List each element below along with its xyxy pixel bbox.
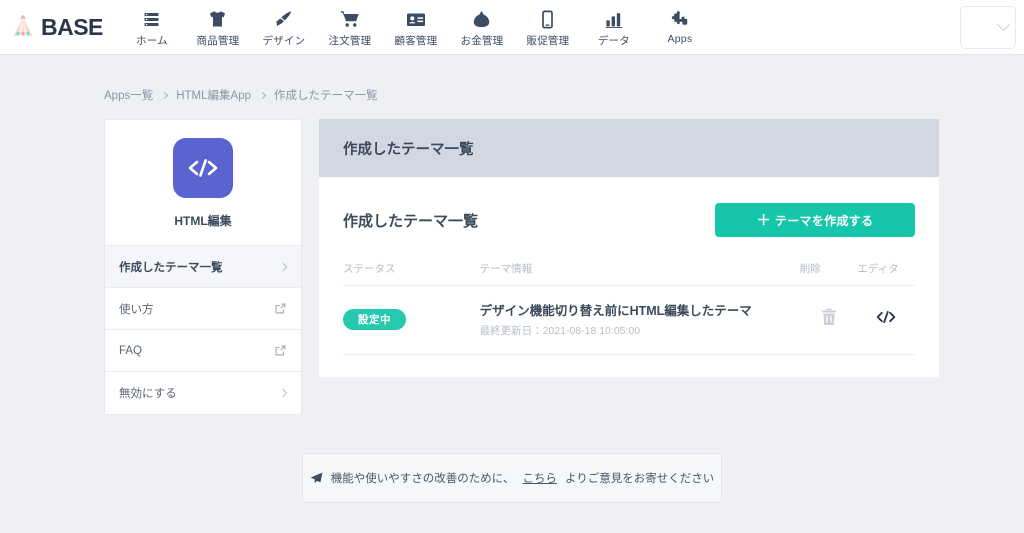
- theme-table-head: ステータス テーマ情報 削除 エディタ: [343, 261, 915, 286]
- theme-name: デザイン機能切り替え前にHTML編集したテーマ: [479, 304, 752, 318]
- logo-text: BASE: [41, 13, 103, 40]
- nav-label: 注文管理: [328, 34, 372, 47]
- feedback-banner: 機能や使いやすさの改善のために、 こちら よりご意見をお寄せください: [302, 453, 722, 503]
- external-link-icon: [275, 345, 286, 356]
- paper-plane-icon: [310, 472, 323, 485]
- tshirt-icon: [208, 9, 227, 30]
- sidebar-item-label: 使い方: [119, 303, 154, 316]
- delete-theme-button[interactable]: [821, 308, 837, 326]
- chevron-right-icon: [278, 262, 288, 271]
- nav-item-promotion[interactable]: 販促管理: [515, 7, 581, 48]
- panel-title-row: 作成したテーマ一覧 ＋ テーマを作成する: [343, 203, 915, 237]
- nav-label: ホーム: [136, 34, 168, 47]
- breadcrumb-item-app[interactable]: HTML編集App: [176, 87, 251, 103]
- column-header-status: ステータス: [343, 261, 480, 286]
- nav-item-products[interactable]: 商品管理: [185, 7, 251, 48]
- sidebar-item-usage[interactable]: 使い方: [105, 288, 301, 330]
- create-theme-button-label: テーマを作成する: [774, 213, 874, 228]
- nav-item-apps[interactable]: Apps: [647, 7, 713, 45]
- nav-item-customers[interactable]: 顧客管理: [383, 7, 449, 48]
- column-header-info: テーマ情報: [479, 261, 800, 286]
- sidebar-item-label: FAQ: [119, 344, 143, 357]
- theme-updated-date: 最終更新日：2021-08-18 10:05:00: [479, 325, 641, 337]
- sidebar-item-theme-list[interactable]: 作成したテーマ一覧: [105, 246, 301, 288]
- chevron-right-icon: [278, 388, 288, 398]
- panel-header: 作成したテーマ一覧: [319, 119, 939, 177]
- bar-chart-icon: [605, 9, 623, 30]
- nav-label: データ: [597, 34, 630, 47]
- plus-icon: ＋: [756, 212, 771, 228]
- table-row: 設定中 デザイン機能切り替え前にHTML編集したテーマ 最終更新日：2021-0…: [343, 285, 915, 355]
- smartphone-icon: [541, 9, 554, 30]
- feedback-section: 機能や使いやすさの改善のために、 こちら よりご意見をお寄せください: [0, 415, 1024, 503]
- coin-purse-icon: [473, 9, 490, 30]
- shopping-cart-icon: [340, 9, 360, 30]
- base-logo[interactable]: BASE: [10, 14, 103, 41]
- top-navbar: BASE ホーム 商品管理 デザイン 注文管理 顧客管理 お金管理 販促管理 デ…: [0, 0, 1024, 55]
- nav-label: Apps: [667, 32, 693, 45]
- app-sidebar: HTML編集 作成したテーマ一覧 使い方 FAQ 無効にする: [104, 119, 302, 415]
- code-brackets-icon: [173, 138, 233, 198]
- chevron-down-icon: [997, 18, 1010, 32]
- id-card-icon: [406, 9, 426, 30]
- nav-item-orders[interactable]: 注文管理: [317, 7, 383, 48]
- cell-status: 設定中: [343, 285, 480, 355]
- nav-items: ホーム 商品管理 デザイン 注文管理 顧客管理 お金管理 販促管理 データ Ap…: [119, 7, 713, 48]
- cell-editor: [857, 285, 915, 355]
- sidebar-item-label: 作成したテーマ一覧: [119, 261, 223, 274]
- create-theme-button[interactable]: ＋ テーマを作成する: [715, 203, 915, 237]
- page-layout: HTML編集 作成したテーマ一覧 使い方 FAQ 無効にする 作成したテーマ一覧…: [0, 103, 1024, 415]
- code-brackets-icon: [876, 309, 896, 325]
- status-badge: 設定中: [343, 308, 406, 330]
- breadcrumb-item-apps[interactable]: Apps一覧: [104, 87, 153, 103]
- paintbrush-icon: [274, 9, 293, 30]
- nav-label: 販促管理: [526, 34, 570, 47]
- nav-item-home[interactable]: ホーム: [119, 7, 185, 48]
- table-header-row: ステータス テーマ情報 削除 エディタ: [343, 261, 915, 286]
- feedback-link[interactable]: こちら: [522, 470, 557, 486]
- chevron-right-icon: [161, 91, 169, 99]
- chevron-right-icon: [258, 91, 267, 99]
- app-header: HTML編集: [105, 120, 301, 246]
- external-link-icon: [275, 303, 286, 314]
- cell-theme-info: デザイン機能切り替え前にHTML編集したテーマ 最終更新日：2021-08-18…: [479, 285, 800, 355]
- open-editor-button[interactable]: [876, 309, 896, 325]
- nav-label: お金管理: [460, 34, 504, 47]
- nav-item-data[interactable]: データ: [581, 7, 647, 48]
- nav-label: 顧客管理: [394, 34, 438, 47]
- list-icon: [143, 9, 160, 30]
- panel-body: 作成したテーマ一覧 ＋ テーマを作成する ステータス テーマ情報 削除 エディタ: [319, 177, 939, 355]
- sidebar-item-label: 無効にする: [119, 388, 177, 400]
- column-header-delete: 削除: [799, 261, 858, 286]
- nav-label: デザイン: [262, 34, 306, 47]
- theme-table-body: 設定中 デザイン機能切り替え前にHTML編集したテーマ 最終更新日：2021-0…: [343, 285, 915, 355]
- puzzle-piece-icon: [671, 9, 689, 30]
- shop-selector[interactable]: [960, 6, 1016, 49]
- nav-item-design[interactable]: デザイン: [251, 7, 317, 48]
- feedback-text-after: よりご意見をお寄せください: [564, 473, 715, 485]
- trash-icon: [821, 308, 837, 326]
- sidebar-item-faq[interactable]: FAQ: [105, 330, 301, 372]
- nav-label: 商品管理: [196, 34, 240, 47]
- column-header-editor: エディタ: [857, 261, 915, 286]
- breadcrumb-item-current: 作成したテーマ一覧: [274, 90, 378, 102]
- nav-item-money[interactable]: お金管理: [449, 7, 515, 48]
- feedback-text-before: 機能や使いやすさの改善のために、: [330, 473, 515, 485]
- theme-table: ステータス テーマ情報 削除 エディタ 設定中 デザイン機能切り替え前にHTML…: [343, 261, 915, 355]
- tent-icon: [10, 14, 36, 40]
- breadcrumb: Apps一覧 HTML編集App 作成したテーマ一覧: [0, 55, 1024, 103]
- app-name: HTML編集: [174, 214, 232, 228]
- cell-delete: [799, 285, 858, 355]
- sidebar-item-disable[interactable]: 無効にする: [105, 372, 301, 414]
- page-title: 作成したテーマ一覧: [343, 212, 479, 230]
- panel-footer-spacer: [319, 355, 939, 377]
- main-panel: 作成したテーマ一覧 作成したテーマ一覧 ＋ テーマを作成する ステータス テーマ…: [319, 119, 939, 377]
